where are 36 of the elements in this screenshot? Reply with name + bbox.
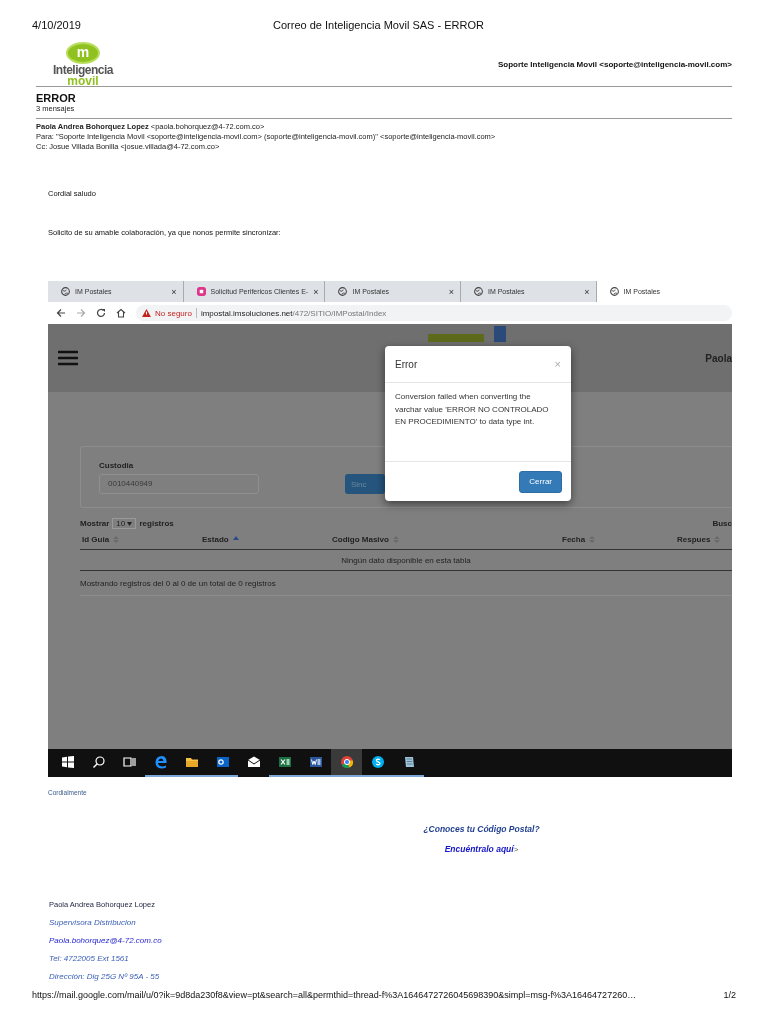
column-header[interactable]: Fecha: [562, 534, 677, 544]
column-header[interactable]: Estado: [202, 534, 332, 544]
empty-table-message: Ningún dato disponible en esta tabla: [341, 555, 471, 565]
signature-line: Tel: 4722005 Ext 1561: [49, 954, 130, 964]
signature-line[interactable]: Paola.bohorquez@4-72.com.co: [49, 936, 768, 946]
print-url: https://mail.google.com/mail/u/0?ik=9d8da230f8&view=pt&search=all&permthid=thread-f%3A1646472726045698390&simpl=msg-f%3A16464727260…: [32, 990, 637, 1000]
field-label: Custodia: [99, 460, 135, 470]
logo-mark: m: [66, 42, 100, 64]
close-icon[interactable]: ×: [313, 286, 319, 297]
column-header[interactable]: Id Guia: [82, 534, 202, 544]
show-label: Mostrar: [80, 519, 110, 528]
close-button[interactable]: Cerrar: [519, 470, 562, 493]
close-icon[interactable]: ×: [448, 286, 454, 297]
account-name: Soporte Inteligencia Movil <soporte@inteligencia-movil.com>: [497, 59, 732, 69]
records-label: registros: [139, 519, 174, 528]
signature-line: Dirección: Dig 25G Nº 95A - 55: [49, 972, 161, 982]
dialog-title: Error: [395, 358, 418, 370]
promo-link[interactable]: Encuéntralo aquí: [444, 844, 514, 854]
page-url: impostal.imsoluciones.net/472/SITIO/IMPostal/Index: [200, 308, 387, 318]
dialog-message: Conversion failed when converting the varchar value 'ERROR NO CONTROLADO EN PROCEDIMIENTO' to data type int.: [385, 383, 571, 462]
close-icon[interactable]: ×: [584, 286, 590, 297]
address-bar[interactable]: No seguro impostal.imsoluciones.net/472/SITIO/IMPostal/Index: [136, 305, 732, 321]
print-title: Correo de Inteligencia Movil SAS - ERROR: [272, 19, 485, 31]
page-number: 1/2: [723, 990, 736, 1000]
print-date: 4/10/2019: [32, 19, 81, 31]
close-icon[interactable]: ×: [171, 286, 177, 297]
search-label: Busc: [712, 519, 732, 528]
page-size-select[interactable]: 10: [112, 518, 137, 529]
logo-text: movil: [67, 76, 99, 86]
promo-question: ¿Conoces tu Código Postal?: [423, 824, 540, 834]
column-header[interactable]: Respues: [677, 534, 732, 544]
logo-text: Inteligencia: [53, 64, 113, 76]
column-header[interactable]: Codigo Masivo: [332, 534, 562, 544]
security-warning: No seguro: [155, 308, 192, 318]
signature-line: Supervisora Distribucion: [49, 918, 137, 928]
thread-subject: ERROR: [36, 92, 77, 104]
